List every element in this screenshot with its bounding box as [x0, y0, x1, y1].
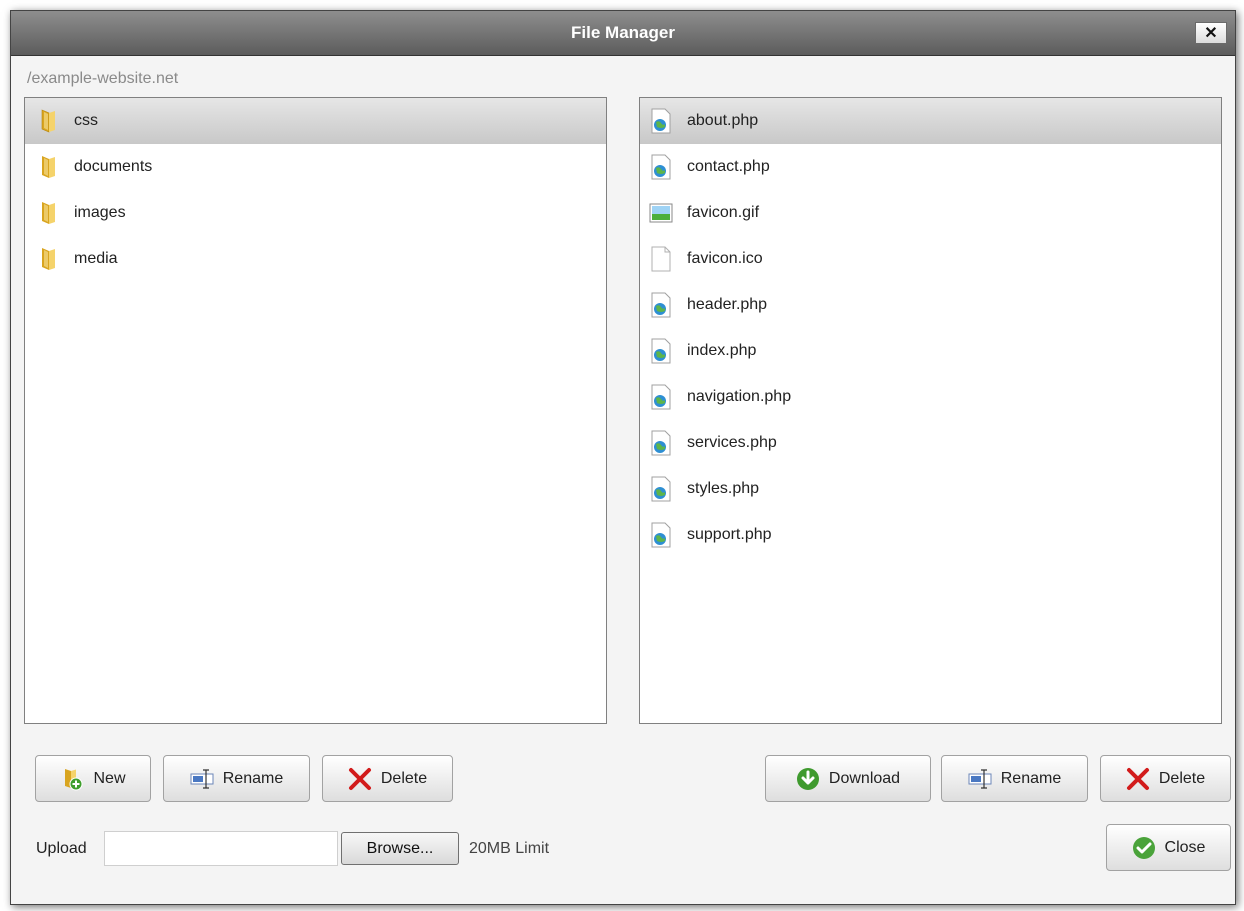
download-icon [796, 767, 820, 791]
title-bar: File Manager ✕ [11, 11, 1235, 56]
file-row[interactable]: favicon.ico [640, 236, 1221, 282]
folder-icon [36, 200, 60, 226]
download-button-label: Download [828, 769, 901, 787]
folder-name: media [74, 250, 118, 267]
php-file-icon [649, 430, 673, 456]
delete-icon [1126, 767, 1150, 791]
delete-file-button[interactable]: Delete [1100, 755, 1231, 802]
file-name: navigation.php [687, 388, 792, 405]
new-folder-button[interactable]: New [35, 755, 151, 802]
download-button[interactable]: Download [765, 755, 931, 802]
file-row[interactable]: styles.php [640, 466, 1221, 512]
folder-row[interactable]: css [25, 98, 606, 144]
new-folder-icon [60, 767, 84, 791]
folder-list: css documents images media [24, 97, 607, 724]
delete-button-label: Delete [1158, 769, 1206, 787]
php-file-icon [649, 384, 673, 410]
folder-row[interactable]: media [25, 236, 606, 282]
file-name: contact.php [687, 158, 770, 175]
php-file-icon [649, 154, 673, 180]
php-file-icon [649, 108, 673, 134]
php-file-icon [649, 476, 673, 502]
folder-row[interactable]: images [25, 190, 606, 236]
browse-button[interactable]: Browse... [341, 832, 459, 865]
delete-button-label: Delete [380, 769, 428, 787]
folder-name: images [74, 204, 126, 221]
checkmark-icon [1132, 836, 1156, 860]
rename-icon [190, 767, 214, 791]
file-name: index.php [687, 342, 757, 359]
upload-limit-text: 20MB Limit [469, 840, 550, 857]
folder-row[interactable]: documents [25, 144, 606, 190]
folder-icon [36, 108, 60, 134]
close-button-label: Close [1164, 838, 1206, 856]
file-row[interactable]: index.php [640, 328, 1221, 374]
delete-icon [348, 767, 372, 791]
upload-file-input[interactable] [104, 831, 338, 866]
file-name: services.php [687, 434, 777, 451]
file-name: support.php [687, 526, 772, 543]
blank-file-icon [649, 246, 673, 272]
file-row[interactable]: favicon.gif [640, 190, 1221, 236]
folder-icon [36, 246, 60, 272]
file-name: header.php [687, 296, 768, 313]
php-file-icon [649, 522, 673, 548]
delete-folder-button[interactable]: Delete [322, 755, 453, 802]
new-button-label: New [93, 769, 126, 787]
folder-name: documents [74, 158, 153, 175]
file-list: about.php contact.php favicon.gif favico… [639, 97, 1222, 724]
rename-file-button[interactable]: Rename [941, 755, 1088, 802]
rename-button-label: Rename [1000, 769, 1062, 787]
rename-icon [968, 767, 992, 791]
file-row[interactable]: support.php [640, 512, 1221, 558]
close-icon[interactable]: ✕ [1195, 22, 1227, 44]
folder-name: css [74, 112, 98, 129]
php-file-icon [649, 292, 673, 318]
upload-label: Upload [36, 840, 87, 857]
rename-folder-button[interactable]: Rename [163, 755, 310, 802]
folder-icon [36, 154, 60, 180]
rename-button-label: Rename [222, 769, 284, 787]
file-row[interactable]: about.php [640, 98, 1221, 144]
file-row[interactable]: contact.php [640, 144, 1221, 190]
current-path: /example-website.net [27, 70, 179, 87]
php-file-icon [649, 338, 673, 364]
file-row[interactable]: services.php [640, 420, 1221, 466]
file-row[interactable]: header.php [640, 282, 1221, 328]
image-file-icon [649, 200, 673, 226]
window-title: File Manager [571, 23, 675, 42]
file-name: about.php [687, 112, 759, 129]
file-name: styles.php [687, 480, 760, 497]
close-button[interactable]: Close [1106, 824, 1231, 871]
file-name: favicon.ico [687, 250, 763, 267]
file-name: favicon.gif [687, 204, 760, 221]
file-row[interactable]: navigation.php [640, 374, 1221, 420]
